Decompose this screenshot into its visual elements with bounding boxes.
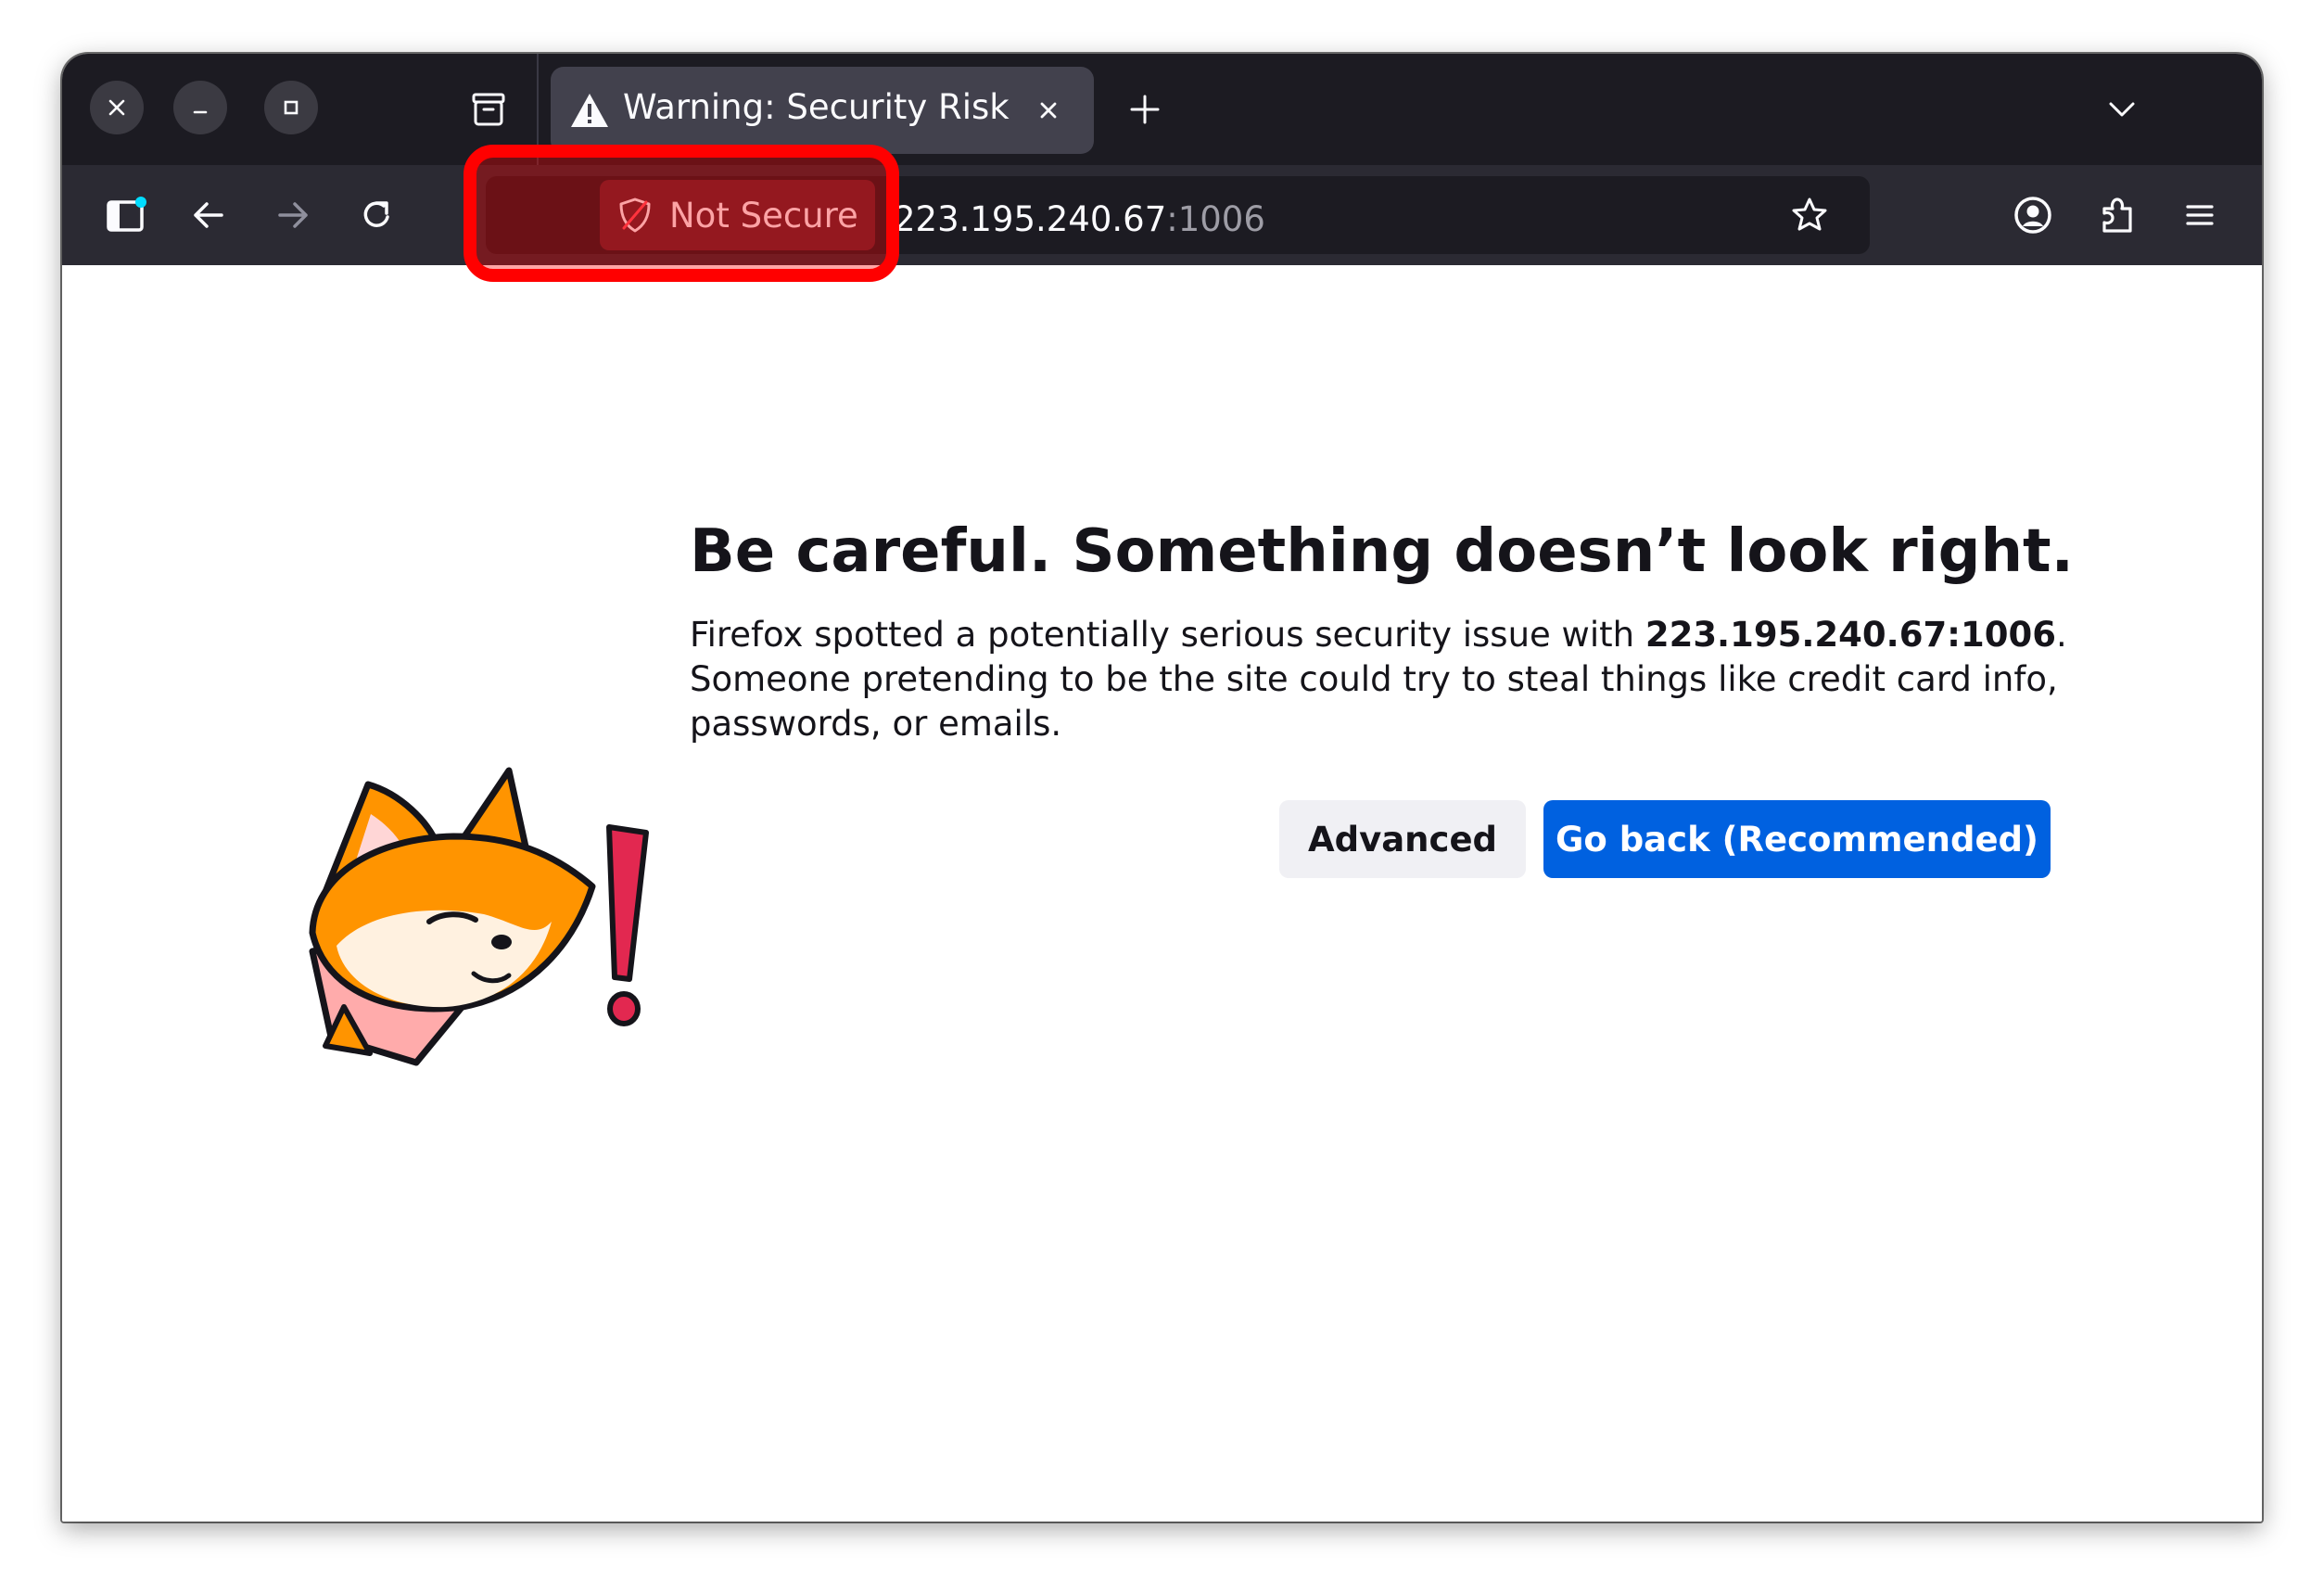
fox-illustration (248, 757, 655, 1094)
browser-window: Warning: Security Risk Not Secure 223.19… (62, 54, 2262, 1522)
hamburger-menu-icon (2186, 205, 2214, 225)
account-icon (2014, 197, 2051, 234)
window-maximize-button[interactable] (264, 81, 318, 134)
tab-groups-button[interactable] (461, 82, 516, 137)
list-all-tabs-button[interactable] (2094, 82, 2150, 137)
url-port: :1006 (1166, 199, 1265, 239)
url-host: 223.195.240.67 (894, 199, 1167, 239)
bookmark-button[interactable] (1784, 189, 1835, 241)
star-icon (1792, 197, 1827, 231)
window-close-button[interactable] (90, 81, 144, 134)
plus-icon (1130, 95, 1160, 124)
arrow-left-icon (194, 202, 223, 228)
sidebar-icon (107, 197, 146, 232)
close-icon (1040, 102, 1057, 119)
tab-title: Warning: Security Risk (623, 87, 1010, 127)
error-description-text: Firefox spotted a potentially serious se… (690, 615, 1645, 655)
new-tab-button[interactable] (1119, 83, 1171, 135)
reload-icon (363, 201, 389, 227)
puzzle-piece-icon (2102, 197, 2132, 233)
navigation-toolbar: Not Secure 223.195.240.67:1006 (62, 165, 2262, 265)
forward-button[interactable] (265, 187, 321, 243)
arrow-right-icon (278, 202, 308, 228)
go-back-button[interactable]: Go back (Recommended) (1543, 800, 2051, 878)
sidebar-button[interactable] (97, 187, 153, 243)
chevron-down-icon (2109, 102, 2135, 117)
extensions-button[interactable] (2089, 187, 2145, 243)
error-page (62, 265, 2262, 1522)
close-icon (108, 99, 125, 116)
highlight-annotation (464, 145, 899, 282)
back-button[interactable] (181, 187, 236, 243)
warning-triangle-icon (571, 94, 608, 127)
advanced-button[interactable]: Advanced (1279, 800, 1526, 878)
account-button[interactable] (2005, 187, 2061, 243)
error-title: Be careful. Something doesn’t look right… (690, 517, 2074, 586)
tab-bar: Warning: Security Risk (62, 54, 2262, 165)
menu-button[interactable] (2172, 187, 2228, 243)
tab-close-button[interactable] (1027, 89, 1070, 132)
fox-warning-icon (309, 767, 649, 1066)
minimize-icon (193, 110, 208, 114)
archive-box-icon (472, 93, 505, 126)
url-text[interactable]: 223.195.240.67:1006 (894, 199, 1265, 239)
error-description: Firefox spotted a potentially serious se… (690, 613, 2099, 746)
window-minimize-button[interactable] (173, 81, 227, 134)
reload-button[interactable] (349, 187, 404, 243)
tab-warning-security-risk[interactable]: Warning: Security Risk (551, 67, 1094, 154)
maximize-icon (284, 100, 298, 115)
error-host: 223.195.240.67:1006 (1645, 615, 2056, 655)
